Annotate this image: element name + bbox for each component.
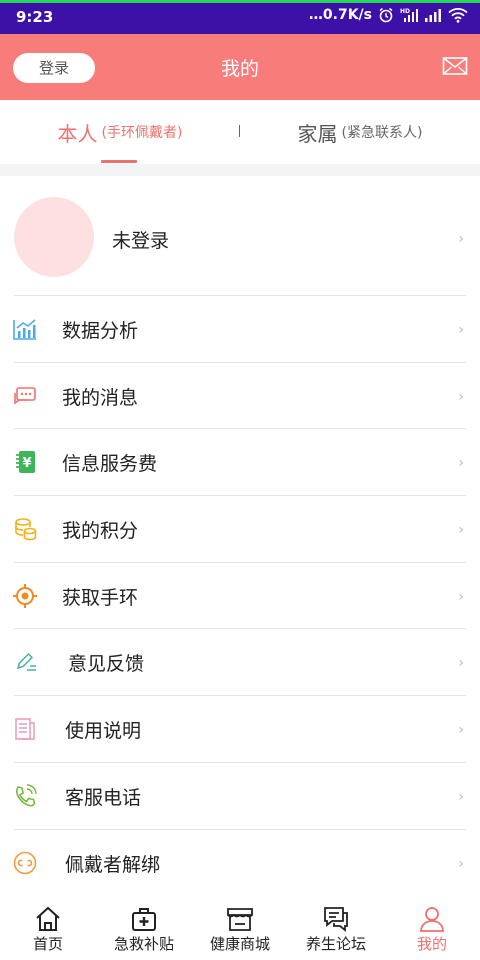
chart-icon xyxy=(13,319,36,340)
menu-item-get-bracelet[interactable]: 获取手环 › xyxy=(0,561,480,629)
menu-label: 意见反馈 xyxy=(68,653,145,676)
message-icon xyxy=(14,386,36,405)
menu-list: 数据分析 › 我的消息 › ¥ 信息服务费 › 我的积分 › 获取手环 › 意见… xyxy=(0,295,480,895)
nav-label: 我的 xyxy=(416,935,447,953)
menu-label: 我的积分 xyxy=(62,520,139,543)
menu-label: 佩戴者解绑 xyxy=(65,853,161,876)
svg-text:HD: HD xyxy=(400,8,410,15)
menu-label: 我的消息 xyxy=(62,386,139,409)
bottom-nav: 首页 急救补贴 健康商城 养生论坛 我的 xyxy=(0,897,480,960)
tab-self[interactable]: 本人 (手环佩戴者) xyxy=(0,100,240,164)
unbind-icon xyxy=(13,851,37,874)
section-gap xyxy=(0,164,480,176)
first-aid-icon xyxy=(132,908,156,931)
profile-name: 未登录 xyxy=(112,230,170,252)
nav-health-store[interactable]: 健康商城 xyxy=(192,897,288,960)
nav-forum[interactable]: 养生论坛 xyxy=(288,897,384,960)
yuan-icon: ¥ xyxy=(16,451,35,474)
user-icon xyxy=(420,907,444,932)
wifi-icon xyxy=(448,7,468,23)
net-speed: …0.7K/s xyxy=(308,7,372,23)
target-icon xyxy=(13,583,37,608)
chevron-right-icon: › xyxy=(458,588,464,605)
alarm-icon xyxy=(378,7,394,23)
tab-family-label: 家属 xyxy=(297,121,338,146)
nav-first-aid[interactable]: 急救补贴 xyxy=(96,897,192,960)
nav-label: 养生论坛 xyxy=(305,935,366,953)
profile-row[interactable]: 未登录 › xyxy=(0,176,480,296)
store-icon xyxy=(227,908,253,931)
page-title: 我的 xyxy=(220,58,259,80)
home-icon xyxy=(36,906,60,931)
status-bar-accent-line xyxy=(0,0,480,3)
forum-icon xyxy=(324,907,348,932)
menu-item-service-phone[interactable]: 客服电话 › xyxy=(0,761,480,829)
menu-label: 客服电话 xyxy=(65,786,142,809)
tab-self-sublabel: (手环佩戴者) xyxy=(101,125,183,141)
svg-text:¥: ¥ xyxy=(22,456,31,471)
document-icon xyxy=(15,718,35,740)
tab-bar: 本人 (手环佩戴者) 家属 (紧急联系人) xyxy=(0,100,480,164)
nav-label: 健康商城 xyxy=(209,935,270,953)
menu-item-data-analysis[interactable]: 数据分析 › xyxy=(0,295,480,362)
nav-label: 急救补贴 xyxy=(113,935,174,953)
chevron-right-icon: › xyxy=(458,455,464,472)
mail-icon[interactable] xyxy=(442,55,468,77)
chevron-right-icon: › xyxy=(458,722,464,739)
status-bar: 9:23 …0.7K/s HD xyxy=(0,0,480,34)
menu-item-service-fee[interactable]: ¥ 信息服务费 › xyxy=(0,428,480,495)
chevron-right-icon: › xyxy=(458,322,464,338)
menu-item-my-points[interactable]: 我的积分 › xyxy=(0,495,480,562)
tab-family[interactable]: 家属 (紧急联系人) xyxy=(240,100,480,164)
menu-label: 信息服务费 xyxy=(62,453,158,476)
menu-item-unbind-wearer[interactable]: 佩戴者解绑 › xyxy=(0,828,480,896)
nav-home[interactable]: 首页 xyxy=(0,897,96,960)
chevron-right-icon: › xyxy=(458,388,464,405)
status-right: …0.7K/s HD xyxy=(309,7,468,23)
signal-icon xyxy=(424,7,442,23)
chevron-right-icon: › xyxy=(458,655,464,672)
hd-signal-icon: HD xyxy=(400,7,418,23)
nav-mine[interactable]: 我的 xyxy=(384,897,480,960)
menu-item-instructions[interactable]: 使用说明 › xyxy=(0,695,480,762)
status-time: 9:23 xyxy=(16,8,54,26)
menu-item-my-messages[interactable]: 我的消息 › xyxy=(0,361,480,429)
menu-label: 使用说明 xyxy=(65,720,142,743)
tab-divider xyxy=(239,125,240,137)
tab-family-sublabel: (紧急联系人) xyxy=(341,125,423,141)
tab-active-indicator xyxy=(101,160,137,163)
chevron-right-icon: › xyxy=(458,788,464,805)
avatar[interactable] xyxy=(14,197,94,277)
feedback-icon xyxy=(16,653,36,672)
chevron-right-icon: › xyxy=(458,522,464,539)
menu-label: 获取手环 xyxy=(62,586,139,609)
chevron-right-icon: › xyxy=(458,855,464,872)
chevron-right-icon: › xyxy=(458,231,464,247)
menu-item-feedback[interactable]: 意见反馈 › xyxy=(0,628,480,695)
phone-icon xyxy=(16,784,37,807)
menu-label: 数据分析 xyxy=(62,320,139,342)
header-bar: 登录 我的 xyxy=(0,34,480,100)
tab-self-label: 本人 xyxy=(57,121,98,146)
coins-icon xyxy=(15,518,37,541)
nav-label: 首页 xyxy=(32,935,63,953)
